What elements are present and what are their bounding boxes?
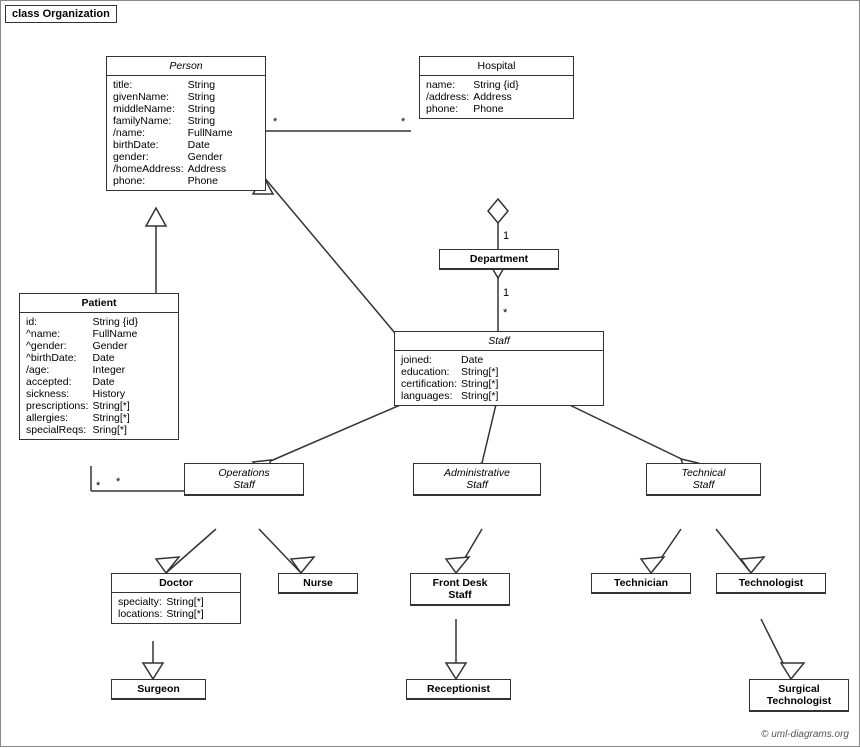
svg-text:*: * [116, 476, 121, 488]
receptionist-title: Receptionist [407, 680, 510, 699]
operations-staff-class: OperationsStaff [184, 463, 304, 496]
receptionist-class: Receptionist [406, 679, 511, 700]
svg-text:*: * [96, 480, 101, 492]
svg-text:1: 1 [503, 287, 509, 299]
doctor-title: Doctor [112, 574, 240, 593]
person-class: Person title:String givenName:String mid… [106, 56, 266, 191]
department-class: Department [439, 249, 559, 270]
technician-class: Technician [591, 573, 691, 594]
svg-text:1: 1 [503, 230, 509, 242]
person-title: Person [107, 57, 265, 76]
nurse-title: Nurse [279, 574, 357, 593]
diagram-title: class Organization [5, 5, 117, 23]
hospital-class: Hospital name:String {id} /address:Addre… [419, 56, 574, 119]
front-desk-staff-class: Front DeskStaff [410, 573, 510, 606]
patient-title: Patient [20, 294, 178, 313]
patient-body: id:String {id} ^name:FullName ^gender:Ge… [20, 313, 178, 439]
svg-text:*: * [401, 116, 406, 128]
front-desk-staff-title: Front DeskStaff [411, 574, 509, 605]
surgeon-title: Surgeon [112, 680, 205, 699]
staff-body: joined:Date education:String[*] certific… [395, 351, 603, 405]
copyright: © uml-diagrams.org [761, 729, 849, 740]
administrative-staff-class: AdministrativeStaff [413, 463, 541, 496]
diagram: class Organization * * 1 * * 1 * * [0, 0, 860, 747]
hospital-title: Hospital [420, 57, 573, 76]
staff-class: Staff joined:Date education:String[*] ce… [394, 331, 604, 406]
svg-text:*: * [503, 307, 508, 319]
hospital-body: name:String {id} /address:Address phone:… [420, 76, 573, 118]
person-body: title:String givenName:String middleName… [107, 76, 265, 190]
technical-staff-title: TechnicalStaff [647, 464, 760, 495]
doctor-body: specialty:String[*] locations:String[*] [112, 593, 240, 623]
technologist-class: Technologist [716, 573, 826, 594]
surgical-technologist-class: SurgicalTechnologist [749, 679, 849, 712]
technologist-title: Technologist [717, 574, 825, 593]
svg-text:*: * [273, 116, 278, 128]
patient-class: Patient id:String {id} ^name:FullName ^g… [19, 293, 179, 440]
technician-title: Technician [592, 574, 690, 593]
technical-staff-class: TechnicalStaff [646, 463, 761, 496]
doctor-class: Doctor specialty:String[*] locations:Str… [111, 573, 241, 624]
department-title: Department [440, 250, 558, 269]
staff-title: Staff [395, 332, 603, 351]
surgical-technologist-title: SurgicalTechnologist [750, 680, 848, 711]
surgeon-class: Surgeon [111, 679, 206, 700]
administrative-staff-title: AdministrativeStaff [414, 464, 540, 495]
nurse-class: Nurse [278, 573, 358, 594]
operations-staff-title: OperationsStaff [185, 464, 303, 495]
